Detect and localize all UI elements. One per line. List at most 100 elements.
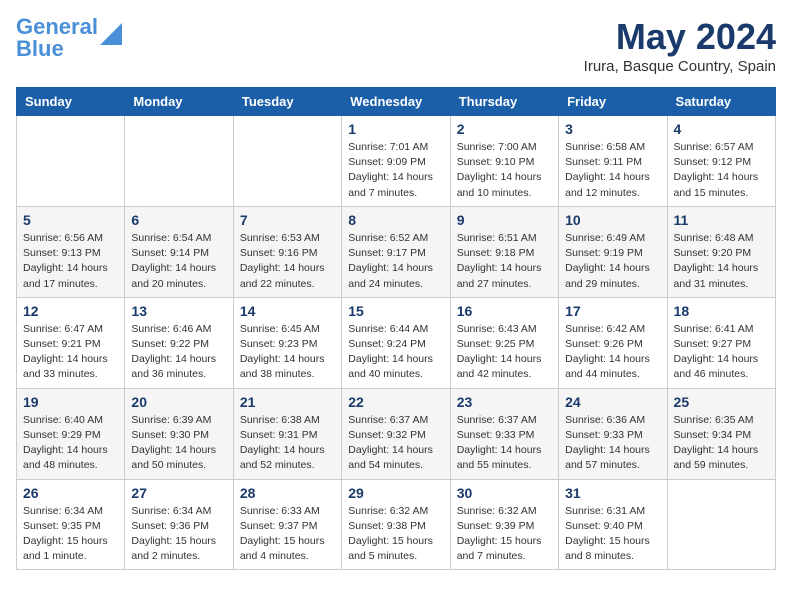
- calendar-cell: [233, 116, 341, 207]
- weekday-header: Thursday: [450, 88, 558, 116]
- day-number: 29: [348, 485, 443, 501]
- day-number: 5: [23, 212, 118, 228]
- day-detail: Sunrise: 6:39 AMSunset: 9:30 PMDaylight:…: [131, 413, 226, 474]
- calendar-cell: 30Sunrise: 6:32 AMSunset: 9:39 PMDayligh…: [450, 479, 558, 570]
- day-number: 22: [348, 394, 443, 410]
- day-detail: Sunrise: 6:37 AMSunset: 9:33 PMDaylight:…: [457, 413, 552, 474]
- day-number: 19: [23, 394, 118, 410]
- day-number: 1: [348, 121, 443, 137]
- calendar-cell: [125, 116, 233, 207]
- day-detail: Sunrise: 6:32 AMSunset: 9:39 PMDaylight:…: [457, 504, 552, 565]
- calendar-cell: 18 Sunrise: 6:41 AMSunset: 9:27 PMDayligh…: [667, 297, 775, 388]
- calendar-table: SundayMondayTuesdayWednesdayThursdayFrid…: [16, 87, 776, 570]
- day-detail: Sunrise: 6:46 AMSunset: 9:22 PMDaylight:…: [131, 322, 226, 383]
- calendar-cell: 3 Sunrise: 6:58 AMSunset: 9:11 PMDaylight…: [559, 116, 667, 207]
- location: Irura, Basque Country, Spain: [584, 58, 776, 75]
- weekday-header: Tuesday: [233, 88, 341, 116]
- day-number: 26: [23, 485, 118, 501]
- day-detail: Sunrise: 6:49 AMSunset: 9:19 PMDaylight:…: [565, 231, 660, 292]
- day-number: 9: [457, 212, 552, 228]
- calendar-cell: 17Sunrise: 6:42 AMSunset: 9:26 PMDayligh…: [559, 297, 667, 388]
- calendar-cell: 2Sunrise: 7:00 AMSunset: 9:10 PMDaylight…: [450, 116, 558, 207]
- day-detail: Sunrise: 6:34 AMSunset: 9:35 PMDaylight:…: [23, 504, 118, 565]
- day-detail: Sunrise: 6:53 AMSunset: 9:16 PMDaylight:…: [240, 231, 335, 292]
- day-number: 23: [457, 394, 552, 410]
- calendar-cell: 6 Sunrise: 6:54 AMSunset: 9:14 PMDaylight…: [125, 206, 233, 297]
- day-number: 16: [457, 303, 552, 319]
- day-number: 11: [674, 212, 769, 228]
- day-detail: Sunrise: 6:56 AMSunset: 9:13 PMDaylight:…: [23, 231, 118, 292]
- weekday-header: Friday: [559, 88, 667, 116]
- calendar-cell: 8 Sunrise: 6:52 AMSunset: 9:17 PMDaylight…: [342, 206, 450, 297]
- day-detail: Sunrise: 6:33 AMSunset: 9:37 PMDaylight:…: [240, 504, 335, 565]
- calendar-cell: 31Sunrise: 6:31 AMSunset: 9:40 PMDayligh…: [559, 479, 667, 570]
- weekday-header: Saturday: [667, 88, 775, 116]
- day-detail: Sunrise: 6:43 AMSunset: 9:25 PMDaylight:…: [457, 322, 552, 383]
- day-number: 18: [674, 303, 769, 319]
- day-number: 24: [565, 394, 660, 410]
- calendar-cell: 19 Sunrise: 6:40 AMSunset: 9:29 PMDayligh…: [17, 388, 125, 479]
- calendar-cell: [667, 479, 775, 570]
- day-detail: Sunrise: 6:40 AMSunset: 9:29 PMDaylight:…: [23, 413, 118, 474]
- day-detail: Sunrise: 6:36 AMSunset: 9:33 PMDaylight:…: [565, 413, 660, 474]
- calendar-cell: 7 Sunrise: 6:53 AMSunset: 9:16 PMDaylight…: [233, 206, 341, 297]
- day-number: 10: [565, 212, 660, 228]
- calendar-cell: 28 Sunrise: 6:33 AMSunset: 9:37 PMDayligh…: [233, 479, 341, 570]
- calendar-cell: 27 Sunrise: 6:34 AMSunset: 9:36 PMDayligh…: [125, 479, 233, 570]
- weekday-header: Sunday: [17, 88, 125, 116]
- day-detail: Sunrise: 6:32 AMSunset: 9:38 PMDaylight:…: [348, 504, 443, 565]
- calendar-cell: 9Sunrise: 6:51 AMSunset: 9:18 PMDaylight…: [450, 206, 558, 297]
- calendar-week-row: 1 Sunrise: 7:01 AMSunset: 9:09 PMDaylight…: [17, 116, 776, 207]
- calendar-week-row: 5 Sunrise: 6:56 AMSunset: 9:13 PMDaylight…: [17, 206, 776, 297]
- day-number: 6: [131, 212, 226, 228]
- day-detail: Sunrise: 6:44 AMSunset: 9:24 PMDaylight:…: [348, 322, 443, 383]
- calendar-cell: 5 Sunrise: 6:56 AMSunset: 9:13 PMDaylight…: [17, 206, 125, 297]
- day-number: 3: [565, 121, 660, 137]
- day-number: 7: [240, 212, 335, 228]
- day-number: 12: [23, 303, 118, 319]
- day-detail: Sunrise: 6:34 AMSunset: 9:36 PMDaylight:…: [131, 504, 226, 565]
- calendar-cell: 12 Sunrise: 6:47 AMSunset: 9:21 PMDayligh…: [17, 297, 125, 388]
- calendar-cell: 4Sunrise: 6:57 AMSunset: 9:12 PMDaylight…: [667, 116, 775, 207]
- day-detail: Sunrise: 6:38 AMSunset: 9:31 PMDaylight:…: [240, 413, 335, 474]
- day-number: 13: [131, 303, 226, 319]
- day-number: 8: [348, 212, 443, 228]
- weekday-header: Monday: [125, 88, 233, 116]
- logo-icon: [100, 23, 122, 45]
- day-detail: Sunrise: 6:58 AMSunset: 9:11 PMDaylight:…: [565, 140, 660, 201]
- day-detail: Sunrise: 6:54 AMSunset: 9:14 PMDaylight:…: [131, 231, 226, 292]
- calendar-cell: 1 Sunrise: 7:01 AMSunset: 9:09 PMDaylight…: [342, 116, 450, 207]
- day-number: 2: [457, 121, 552, 137]
- page-header: GeneralBlue May 2024 Irura, Basque Count…: [16, 16, 776, 75]
- calendar-cell: 29 Sunrise: 6:32 AMSunset: 9:38 PMDayligh…: [342, 479, 450, 570]
- day-number: 17: [565, 303, 660, 319]
- month-title: May 2024: [584, 16, 776, 58]
- day-detail: Sunrise: 7:01 AMSunset: 9:09 PMDaylight:…: [348, 140, 443, 201]
- weekday-header: Wednesday: [342, 88, 450, 116]
- logo-text: GeneralBlue: [16, 16, 98, 60]
- day-detail: Sunrise: 6:35 AMSunset: 9:34 PMDaylight:…: [674, 413, 769, 474]
- day-detail: Sunrise: 6:31 AMSunset: 9:40 PMDaylight:…: [565, 504, 660, 565]
- calendar-cell: 24 Sunrise: 6:36 AMSunset: 9:33 PMDayligh…: [559, 388, 667, 479]
- calendar-cell: 15 Sunrise: 6:44 AMSunset: 9:24 PMDayligh…: [342, 297, 450, 388]
- day-number: 15: [348, 303, 443, 319]
- day-number: 20: [131, 394, 226, 410]
- title-section: May 2024 Irura, Basque Country, Spain: [584, 16, 776, 75]
- calendar-week-row: 26 Sunrise: 6:34 AMSunset: 9:35 PMDayligh…: [17, 479, 776, 570]
- day-detail: Sunrise: 6:52 AMSunset: 9:17 PMDaylight:…: [348, 231, 443, 292]
- calendar-cell: 11Sunrise: 6:48 AMSunset: 9:20 PMDayligh…: [667, 206, 775, 297]
- day-detail: Sunrise: 6:47 AMSunset: 9:21 PMDaylight:…: [23, 322, 118, 383]
- day-number: 21: [240, 394, 335, 410]
- calendar-week-row: 19 Sunrise: 6:40 AMSunset: 9:29 PMDayligh…: [17, 388, 776, 479]
- day-number: 4: [674, 121, 769, 137]
- calendar-cell: [17, 116, 125, 207]
- calendar-cell: 16 Sunrise: 6:43 AMSunset: 9:25 PMDayligh…: [450, 297, 558, 388]
- calendar-week-row: 12 Sunrise: 6:47 AMSunset: 9:21 PMDayligh…: [17, 297, 776, 388]
- calendar-cell: 23 Sunrise: 6:37 AMSunset: 9:33 PMDayligh…: [450, 388, 558, 479]
- day-number: 27: [131, 485, 226, 501]
- day-number: 28: [240, 485, 335, 501]
- calendar-cell: 13 Sunrise: 6:46 AMSunset: 9:22 PMDayligh…: [125, 297, 233, 388]
- logo: GeneralBlue: [16, 16, 122, 60]
- day-detail: Sunrise: 6:41 AMSunset: 9:27 PMDaylight:…: [674, 322, 769, 383]
- calendar-cell: 25Sunrise: 6:35 AMSunset: 9:34 PMDayligh…: [667, 388, 775, 479]
